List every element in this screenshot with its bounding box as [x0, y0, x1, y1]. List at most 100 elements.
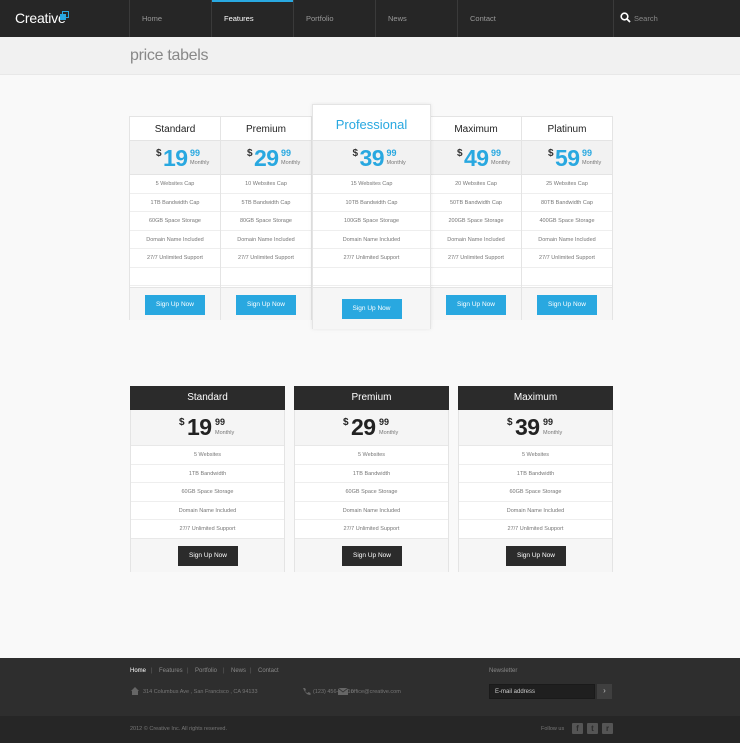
footer-nav-news[interactable]: News — [231, 668, 246, 674]
price-amount: 19 — [187, 414, 212, 440]
newsletter-email-input[interactable]: E-mail address — [489, 684, 595, 699]
nav-contact[interactable]: Contact — [457, 0, 539, 37]
feature-item: 200GB Space Storage — [431, 212, 521, 231]
feature-item: 5 Websites Cap — [130, 175, 220, 194]
feature-item: 27/7 Unlimited Support — [431, 249, 521, 268]
search-icon — [620, 12, 631, 23]
nav-home[interactable]: Home — [129, 0, 211, 37]
sign-up-button[interactable]: Sign Up Now — [537, 294, 597, 315]
feature-item: 27/7 Unlimited Support — [522, 249, 612, 268]
footer-nav-separator: | — [250, 668, 252, 674]
plan-name: Premium — [294, 386, 449, 410]
currency-symbol: $ — [352, 148, 359, 159]
newsletter-submit-button[interactable]: › — [597, 684, 612, 699]
plan-name: Maximum — [454, 124, 498, 135]
sign-up-button[interactable]: Sign Up Now — [178, 546, 238, 566]
feature-item: 5 Websites — [295, 446, 448, 465]
price-cents: 99 — [379, 417, 390, 427]
feature-item: 10TB Bandwidth Cap — [313, 194, 430, 212]
price-amount: 49 — [464, 145, 489, 171]
button-area: Sign Up Now — [131, 538, 284, 572]
price-box: $39 99 Monthly — [313, 140, 430, 175]
button-area: Sign Up Now — [459, 538, 612, 572]
nav-features[interactable]: Features — [211, 0, 294, 37]
feature-item: 1TB Bandwidth — [131, 465, 284, 483]
feature-item: Domain Name Included — [130, 231, 220, 249]
sign-up-button[interactable]: Sign Up Now — [506, 546, 566, 566]
feature-item: 27/7 Unlimited Support — [459, 520, 612, 539]
feature-item: 5 Websites — [459, 446, 612, 465]
sign-up-button[interactable]: Sign Up Now — [341, 299, 402, 319]
plan-name: Professional — [335, 117, 408, 132]
search-box[interactable]: Search — [620, 12, 730, 26]
feature-item: 5 Websites — [131, 446, 284, 465]
price-cents: 99 — [582, 148, 593, 158]
feature-item: Domain Name Included — [522, 231, 612, 249]
top-navbar: Creative Home Features Portfolio News Co… — [0, 0, 740, 37]
nav-portfolio-label: Portfolio — [306, 14, 334, 23]
price-box: $49 99 Monthly — [431, 140, 521, 175]
plan-name: Premium — [245, 124, 286, 135]
feature-item: 27/7 Unlimited Support — [130, 249, 220, 268]
sign-up-button[interactable]: Sign Up Now — [342, 546, 402, 566]
currency-symbol: $ — [457, 148, 463, 159]
price-box: $29 99 Monthly — [221, 140, 311, 175]
feature-item: 15 Websites Cap — [313, 175, 430, 194]
feature-spacer — [130, 268, 220, 286]
feature-item: 27/7 Unlimited Support — [221, 249, 311, 268]
sign-up-button[interactable]: Sign Up Now — [236, 294, 296, 315]
nav-contact-label: Contact — [470, 14, 496, 23]
pricing-column-dark: Maximum $39 99 Monthly 5 Websites 1TB Bandwid… — [458, 386, 613, 572]
sign-up-button[interactable]: Sign Up Now — [145, 294, 205, 315]
footer-address: 314 Columbus Ave , San Francisco , CA 94… — [143, 689, 258, 695]
pricing-column: Maximum $49 99 Monthly 20 Websites Cap 50TB B… — [430, 116, 522, 320]
footer — [0, 658, 740, 716]
logo-text[interactable]: Creative — [15, 10, 66, 26]
feature-item: 80TB Bandwidth Cap — [522, 194, 612, 212]
currency-symbol: $ — [156, 148, 162, 159]
price-cents: 99 — [281, 148, 292, 158]
feature-item: 60GB Space Storage — [130, 212, 220, 231]
price-amount: 29 — [254, 145, 279, 171]
price-box: $29 99 Monthly — [295, 410, 448, 446]
sign-up-button[interactable]: Sign Up Now — [446, 294, 506, 315]
feature-item: Domain Name Included — [459, 502, 612, 520]
price-amount: 39 — [515, 414, 540, 440]
feature-item: 27/7 Unlimited Support — [295, 520, 448, 539]
footer-nav-contact[interactable]: Contact — [258, 668, 279, 674]
plan-name: Standard — [154, 124, 196, 135]
feature-item: 60GB Space Storage — [459, 483, 612, 502]
feature-item: 1TB Bandwidth — [459, 465, 612, 483]
footer-nav-home[interactable]: Home — [130, 668, 146, 674]
footer-email[interactable]: office@creative.com — [351, 689, 401, 695]
logo-icon — [60, 11, 69, 20]
feature-item: 60GB Space Storage — [131, 483, 284, 502]
footer-nav-features[interactable]: Features — [159, 668, 183, 674]
facebook-icon[interactable]: f — [572, 723, 583, 734]
price-period: Monthly — [215, 430, 235, 436]
nav-portfolio[interactable]: Portfolio — [293, 0, 375, 37]
rss-icon[interactable]: r — [602, 723, 613, 734]
page-title: price tabels — [130, 47, 209, 64]
feature-item: 27/7 Unlimited Support — [313, 249, 430, 268]
price-period: Monthly — [491, 160, 511, 166]
price-box: $19 99 Monthly — [131, 410, 284, 446]
footer-nav-portfolio[interactable]: Portfolio — [195, 668, 217, 674]
currency-symbol: $ — [247, 148, 253, 159]
pricing-column-dark: Premium $29 99 Monthly 5 Websites 1TB Bandwid… — [294, 386, 449, 572]
search-placeholder: Search — [634, 14, 658, 23]
plan-name: Maximum — [458, 386, 613, 410]
newsletter-label: Newsletter — [489, 668, 518, 674]
price: $19 99 Monthly — [130, 141, 220, 176]
price: $59 99 Monthly — [522, 141, 612, 176]
price-cents: 99 — [215, 417, 226, 427]
feature-item: 1TB Bandwidth Cap — [130, 194, 220, 212]
price-period: Monthly — [281, 160, 301, 166]
feature-item: Domain Name Included — [313, 231, 430, 249]
price: $39 99 Monthly — [313, 141, 430, 176]
twitter-icon[interactable]: t — [587, 723, 598, 734]
mail-icon — [338, 688, 348, 695]
feature-spacer — [313, 268, 430, 286]
nav-news[interactable]: News — [375, 0, 457, 37]
footer-nav-separator: | — [223, 668, 225, 674]
